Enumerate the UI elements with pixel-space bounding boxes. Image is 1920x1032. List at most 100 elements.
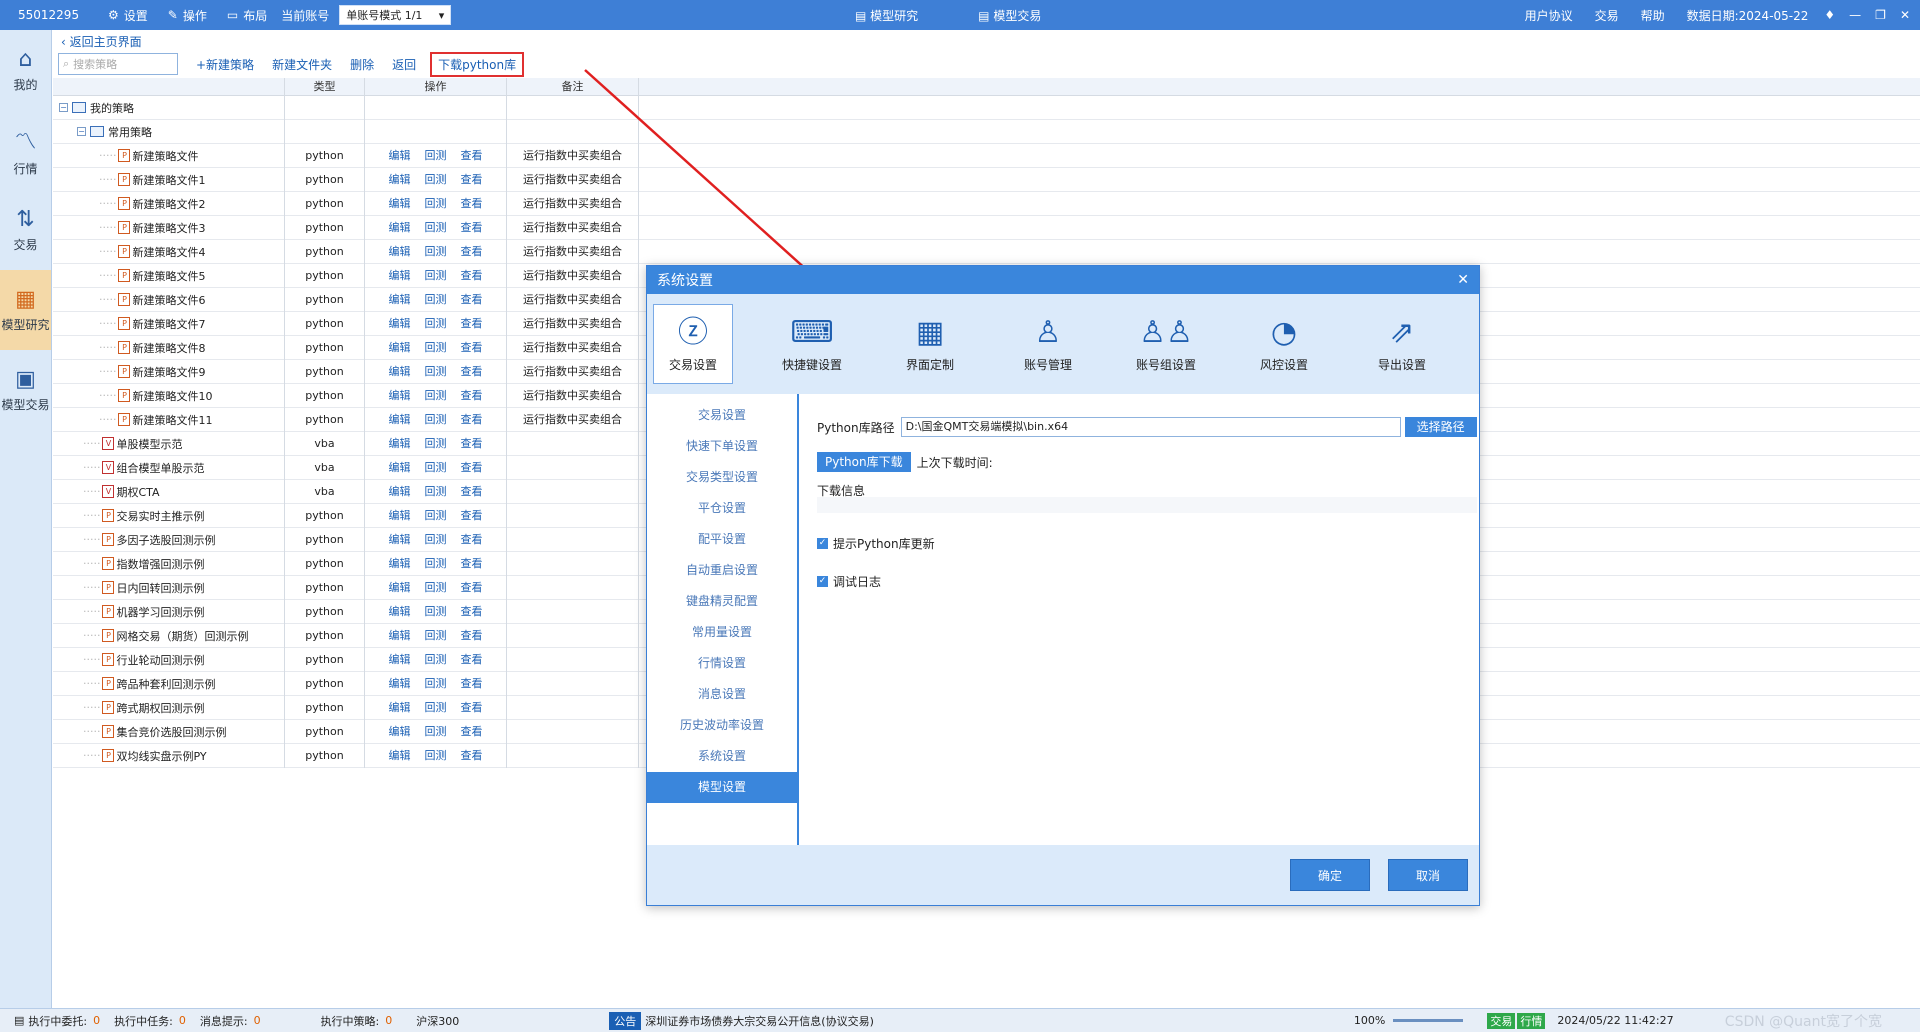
- new-folder-button[interactable]: 新建文件夹: [272, 56, 332, 73]
- restore-icon[interactable]: ❐: [1875, 8, 1886, 22]
- settings-menu-item[interactable]: 历史波动率设置: [647, 710, 797, 741]
- backtest-link[interactable]: 回测: [425, 293, 447, 306]
- settings-menu-item[interactable]: 行情设置: [647, 648, 797, 679]
- view-link[interactable]: 查看: [461, 557, 483, 570]
- close-icon[interactable]: ✕: [1457, 272, 1469, 288]
- settings-menu-item[interactable]: 平仓设置: [647, 493, 797, 524]
- index-ticker[interactable]: 沪深300: [416, 1013, 459, 1029]
- search-input[interactable]: ⌕ 搜索策略: [58, 53, 178, 75]
- backtest-link[interactable]: 回测: [425, 245, 447, 258]
- view-link[interactable]: 查看: [461, 581, 483, 594]
- edit-link[interactable]: 编辑: [389, 677, 411, 690]
- edit-link[interactable]: 编辑: [389, 701, 411, 714]
- backtest-link[interactable]: 回测: [425, 269, 447, 282]
- choose-path-button[interactable]: 选择路径: [1404, 417, 1477, 437]
- tab-shortcut-settings[interactable]: ⌨ 快捷键设置: [753, 304, 871, 384]
- view-link[interactable]: 查看: [461, 197, 483, 210]
- edit-link[interactable]: 编辑: [389, 149, 411, 162]
- settings-menu-item[interactable]: 键盘精灵配置: [647, 586, 797, 617]
- view-link[interactable]: 查看: [461, 149, 483, 162]
- nav-model-trade[interactable]: ▣ 模型交易: [0, 350, 51, 430]
- delete-button[interactable]: 删除: [350, 56, 374, 73]
- edit-link[interactable]: 编辑: [389, 341, 411, 354]
- collapse-toggle[interactable]: −: [59, 103, 68, 112]
- view-link[interactable]: 查看: [461, 389, 483, 402]
- backtest-link[interactable]: 回测: [425, 413, 447, 426]
- tab-account-manage[interactable]: ♙ 账号管理: [989, 304, 1107, 384]
- settings-menu-item[interactable]: 系统设置: [647, 741, 797, 772]
- backtest-link[interactable]: 回测: [425, 509, 447, 522]
- edit-link[interactable]: 编辑: [389, 269, 411, 282]
- table-row[interactable]: ····· P 新建策略文件 python 编辑 回测 查看 运行指数中买卖组合: [53, 143, 1920, 168]
- edit-link[interactable]: 编辑: [389, 509, 411, 522]
- backtest-link[interactable]: 回测: [425, 437, 447, 450]
- edit-link[interactable]: 编辑: [389, 245, 411, 258]
- view-link[interactable]: 查看: [461, 629, 483, 642]
- view-link[interactable]: 查看: [461, 437, 483, 450]
- nav-model-research[interactable]: ▦ 模型研究: [0, 270, 51, 350]
- close-icon[interactable]: ✕: [1900, 8, 1910, 22]
- settings-menu-item[interactable]: 模型设置: [647, 772, 797, 803]
- tab-ui-custom[interactable]: ▦ 界面定制: [871, 304, 989, 384]
- settings-menu-item[interactable]: 自动重启设置: [647, 555, 797, 586]
- view-link[interactable]: 查看: [461, 365, 483, 378]
- backtest-link[interactable]: 回测: [425, 533, 447, 546]
- view-link[interactable]: 查看: [461, 221, 483, 234]
- help-link[interactable]: 帮助: [1641, 7, 1665, 24]
- notice-text[interactable]: 深圳证券市场债券大宗交易公开信息(协议交易): [645, 1013, 874, 1029]
- python-path-input[interactable]: D:\国金QMT交易端模拟\bin.x64: [900, 417, 1401, 437]
- view-link[interactable]: 查看: [461, 317, 483, 330]
- view-link[interactable]: 查看: [461, 341, 483, 354]
- edit-link[interactable]: 编辑: [389, 317, 411, 330]
- zoom-level[interactable]: 100%: [1354, 1014, 1385, 1027]
- table-row[interactable]: ····· P 新建策略文件1 python 编辑 回测 查看 运行指数中买卖组合: [53, 167, 1920, 192]
- settings-menu-item[interactable]: 交易类型设置: [647, 462, 797, 493]
- view-link[interactable]: 查看: [461, 533, 483, 546]
- backtest-link[interactable]: 回测: [425, 581, 447, 594]
- settings-menu-item[interactable]: 交易设置: [647, 400, 797, 431]
- backtest-link[interactable]: 回测: [425, 221, 447, 234]
- settings-menu-item[interactable]: 常用量设置: [647, 617, 797, 648]
- edit-link[interactable]: 编辑: [389, 629, 411, 642]
- tree-folder-row[interactable]: − 常用策略: [53, 119, 1920, 144]
- view-link[interactable]: 查看: [461, 293, 483, 306]
- backtest-link[interactable]: 回测: [425, 389, 447, 402]
- zoom-slider[interactable]: [1393, 1019, 1464, 1022]
- view-link[interactable]: 查看: [461, 245, 483, 258]
- edit-link[interactable]: 编辑: [389, 485, 411, 498]
- table-row[interactable]: ····· P 新建策略文件3 python 编辑 回测 查看 运行指数中买卖组合: [53, 215, 1920, 240]
- edit-link[interactable]: 编辑: [389, 365, 411, 378]
- edit-link[interactable]: 编辑: [389, 605, 411, 618]
- tab-account-group[interactable]: ♙♙ 账号组设置: [1107, 304, 1225, 384]
- cancel-button[interactable]: 取消: [1388, 859, 1468, 891]
- view-link[interactable]: 查看: [461, 413, 483, 426]
- backtest-link[interactable]: 回测: [425, 485, 447, 498]
- view-link[interactable]: 查看: [461, 485, 483, 498]
- layout-menu[interactable]: ▭ 布局: [227, 7, 267, 24]
- view-link[interactable]: 查看: [461, 725, 483, 738]
- backtest-link[interactable]: 回测: [425, 725, 447, 738]
- view-link[interactable]: 查看: [461, 509, 483, 522]
- edit-link[interactable]: 编辑: [389, 461, 411, 474]
- backtest-link[interactable]: 回测: [425, 365, 447, 378]
- view-link[interactable]: 查看: [461, 701, 483, 714]
- table-row[interactable]: ····· P 新建策略文件4 python 编辑 回测 查看 运行指数中买卖组合: [53, 239, 1920, 264]
- edit-link[interactable]: 编辑: [389, 725, 411, 738]
- view-link[interactable]: 查看: [461, 461, 483, 474]
- settings-menu-item[interactable]: 快速下单设置: [647, 431, 797, 462]
- backtest-link[interactable]: 回测: [425, 701, 447, 714]
- tab-trade-settings[interactable]: ⓩ 交易设置: [653, 304, 733, 384]
- settings-menu-item[interactable]: 配平设置: [647, 524, 797, 555]
- view-link[interactable]: 查看: [461, 653, 483, 666]
- edit-link[interactable]: 编辑: [389, 581, 411, 594]
- backtest-link[interactable]: 回测: [425, 749, 447, 762]
- settings-menu-item[interactable]: 消息设置: [647, 679, 797, 710]
- message-count[interactable]: 消息提示: 0: [200, 1013, 261, 1029]
- new-strategy-button[interactable]: +新建策略: [196, 56, 254, 73]
- backtest-link[interactable]: 回测: [425, 317, 447, 330]
- edit-link[interactable]: 编辑: [389, 653, 411, 666]
- backtest-link[interactable]: 回测: [425, 197, 447, 210]
- edit-link[interactable]: 编辑: [389, 533, 411, 546]
- minimize-icon[interactable]: —: [1849, 8, 1861, 22]
- view-link[interactable]: 查看: [461, 173, 483, 186]
